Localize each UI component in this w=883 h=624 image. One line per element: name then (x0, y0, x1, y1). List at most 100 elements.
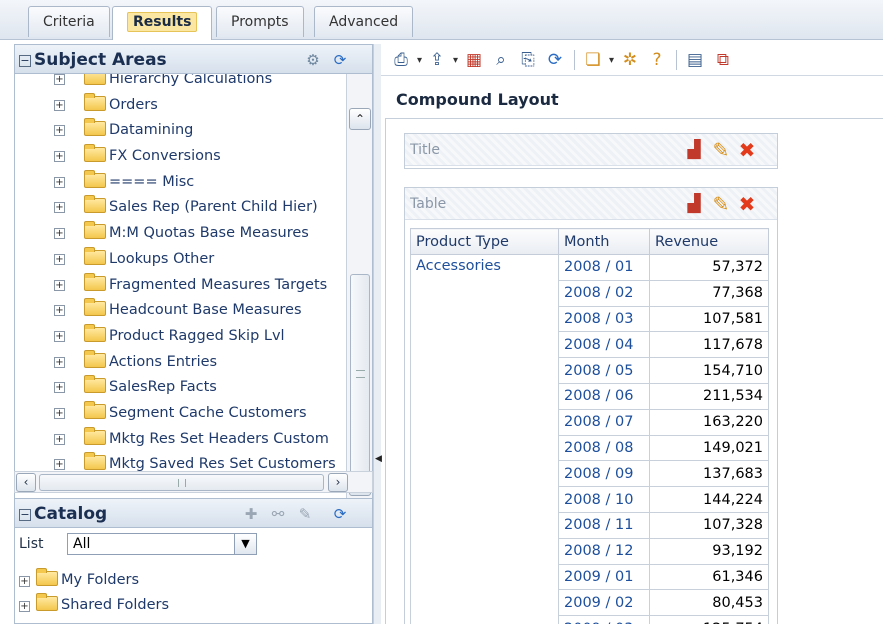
copy-format-icon[interactable]: ⧉ (711, 49, 735, 71)
product-type-cell[interactable]: Accessories (410, 254, 559, 624)
expand-icon[interactable]: + (54, 305, 65, 317)
subject-area-item[interactable]: + Datamining (15, 118, 345, 144)
subject-area-item[interactable]: + Orders (15, 92, 345, 119)
scroll-left-button[interactable]: ‹ (16, 473, 36, 492)
edit-icon[interactable]: ✎ (295, 504, 315, 524)
column-header-product-type[interactable]: Product Type (410, 228, 559, 255)
format-view-icon[interactable]: ▟ (682, 192, 706, 216)
panel-splitter[interactable]: ◀ (373, 44, 382, 624)
properties-icon[interactable]: ⚙ (303, 50, 323, 70)
hscroll-thumb[interactable] (39, 474, 324, 491)
month-cell[interactable]: 2009 / 02 (558, 589, 650, 617)
new-view-icon[interactable]: ❏ (581, 49, 614, 72)
subject-area-item[interactable]: + Sales Rep (Parent Child Hier) (15, 195, 345, 221)
subject-area-label: Datamining (109, 122, 194, 139)
tab-criteria[interactable]: Criteria (28, 6, 110, 37)
expand-icon[interactable]: + (54, 99, 65, 111)
expand-icon[interactable]: + (54, 176, 65, 188)
combine-icon[interactable]: ✲ (618, 49, 642, 71)
month-cell[interactable]: 2008 / 09 (558, 460, 650, 488)
subject-area-item[interactable]: + Mktg Res Set Headers Custom (15, 426, 345, 453)
export-icon[interactable]: ⇪ (425, 49, 458, 72)
schedule-icon[interactable]: ▦ (462, 49, 486, 71)
month-cell[interactable]: 2008 / 06 (558, 382, 650, 410)
expand-icon[interactable]: + (54, 382, 65, 394)
subject-area-item[interactable]: + FX Conversions (15, 144, 345, 170)
month-cell[interactable]: 2008 / 10 (558, 486, 650, 513)
expand-icon[interactable]: + (19, 601, 30, 612)
month-cell[interactable]: 2008 / 01 (558, 254, 650, 281)
month-cell[interactable]: 2009 / 01 (558, 563, 650, 591)
scroll-thumb[interactable] (350, 274, 370, 474)
month-cell[interactable]: 2008 / 07 (558, 408, 650, 436)
list-select[interactable]: All ▼ (67, 533, 257, 555)
catalog-title[interactable]: − Catalog (19, 504, 107, 524)
tab-results[interactable]: Results (112, 6, 213, 40)
revenue-cell: 117,678 (649, 331, 769, 359)
expand-icon[interactable]: + (54, 125, 65, 137)
add-icon[interactable]: ✚ (241, 504, 261, 524)
month-cell[interactable]: 2008 / 12 (558, 537, 650, 565)
month-cell[interactable]: 2008 / 05 (558, 357, 650, 384)
format-view-icon[interactable]: ▟ (682, 138, 706, 162)
calculator-icon[interactable]: ▤ (683, 49, 707, 71)
subject-area-item[interactable]: + Segment Cache Customers (15, 400, 345, 427)
subject-area-item[interactable]: + Lookups Other (15, 246, 345, 273)
delete-icon[interactable]: ✖ (735, 192, 759, 216)
subject-area-item[interactable]: + Product Ragged Skip Lvl (15, 323, 345, 350)
subject-areas-title[interactable]: − Subject Areas (19, 50, 167, 70)
expand-icon[interactable]: + (54, 459, 65, 471)
month-cell[interactable]: 2008 / 11 (558, 511, 650, 539)
expand-icon[interactable]: + (54, 228, 65, 240)
scroll-up-button[interactable]: ⌃ (349, 108, 371, 130)
expand-icon[interactable]: + (54, 407, 65, 419)
paste-icon[interactable]: ⎘ (516, 49, 540, 71)
month-cell[interactable]: 2008 / 03 (558, 305, 650, 333)
collapse-icon[interactable]: − (19, 509, 31, 521)
subject-area-item[interactable]: + Actions Entries (15, 349, 345, 376)
print-icon[interactable]: ⎙ (389, 49, 422, 72)
expand-icon[interactable]: + (54, 433, 65, 445)
help-icon[interactable]: ? (645, 49, 669, 71)
month-cell[interactable]: 2008 / 08 (558, 434, 650, 462)
toolbar-divider (676, 50, 677, 70)
edit-icon[interactable]: ✎ (709, 192, 733, 216)
expand-icon[interactable]: + (54, 202, 65, 214)
expand-icon[interactable]: + (54, 253, 65, 265)
subject-area-item[interactable]: + ==== Misc (15, 169, 345, 196)
collapse-icon[interactable]: − (19, 55, 31, 67)
subject-area-item[interactable]: + Hierarchy Calculations (15, 74, 345, 93)
refresh-icon[interactable]: ⟳ (330, 504, 350, 524)
tab-advanced[interactable]: Advanced (314, 6, 414, 37)
tree-vertical-scrollbar[interactable]: ⌃ ⌄ (346, 74, 372, 513)
subject-area-item[interactable]: + Headcount Base Measures (15, 298, 345, 324)
expand-icon[interactable]: + (54, 279, 65, 291)
refresh-icon[interactable]: ⟳ (330, 50, 350, 70)
scroll-right-button[interactable]: › (328, 473, 348, 492)
tab-prompts[interactable]: Prompts (216, 6, 304, 37)
catalog-item-my-folders[interactable]: + My Folders (15, 568, 139, 592)
expand-icon[interactable]: + (54, 151, 65, 163)
catalog-item-shared-folders[interactable]: + Shared Folders (15, 593, 169, 617)
month-cell[interactable]: 2008 / 04 (558, 331, 650, 359)
subject-area-item[interactable]: + M:M Quotas Base Measures (15, 221, 345, 247)
subject-area-item[interactable]: + SalesRep Facts (15, 375, 345, 401)
expand-icon[interactable]: + (19, 576, 30, 587)
month-cell[interactable]: 2008 / 02 (558, 279, 650, 307)
preview-icon[interactable]: ⌕ (489, 49, 513, 71)
binoculars-icon[interactable]: ⚯ (268, 504, 288, 524)
column-header-month[interactable]: Month (558, 228, 650, 255)
delete-icon[interactable]: ✖ (735, 138, 759, 162)
expand-icon[interactable]: + (54, 74, 65, 85)
collapse-arrow-icon[interactable]: ◀ (375, 454, 382, 464)
refresh-icon[interactable]: ⟳ (543, 49, 567, 71)
tree-horizontal-scrollbar[interactable]: ‹ › (14, 471, 373, 493)
month-cell[interactable]: 2009 / 03 (558, 615, 650, 624)
subject-area-item[interactable]: + Fragmented Measures Targets (15, 272, 345, 299)
expand-icon[interactable]: + (54, 330, 65, 342)
expand-icon[interactable]: + (54, 356, 65, 368)
column-header-revenue[interactable]: Revenue (649, 228, 769, 255)
folder-icon (84, 349, 106, 368)
chevron-down-icon[interactable]: ▼ (234, 534, 256, 554)
edit-icon[interactable]: ✎ (709, 138, 733, 162)
